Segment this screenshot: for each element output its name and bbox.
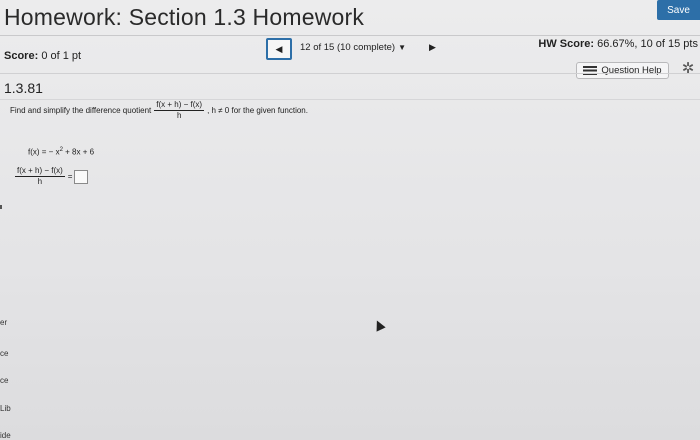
chevron-down-icon: ▼ [398, 43, 406, 52]
equals-sign: = [67, 172, 73, 181]
chevron-right-icon: ▶ [429, 42, 436, 52]
divider [0, 99, 700, 100]
score-display: Score: 0 of 1 pt [4, 50, 81, 62]
mouse-cursor-icon [372, 318, 386, 332]
page-title: Homework: Section 1.3 Homework [4, 4, 365, 30]
answer-quotient: f(x + h) − f(x) h [15, 167, 65, 186]
answer-quotient-denominator: h [37, 177, 43, 186]
chevron-left-icon: ◀ [275, 43, 283, 54]
function-text: f(x) = − x [28, 147, 60, 157]
difference-quotient: f(x + h) − f(x) h [154, 100, 205, 120]
quotient-denominator: h [176, 111, 182, 120]
answer-quotient-numerator: f(x + h) − f(x) [15, 166, 65, 177]
hw-score-value: 66.67%, 10 of 15 pts [597, 38, 698, 50]
left-edge-fragment: er [0, 318, 8, 327]
divider [0, 35, 700, 36]
left-edge-mark [0, 205, 2, 209]
instruction-suffix: , h ≠ 0 for the given function. [207, 106, 308, 115]
question-navigation: ◀ 12 of 15 (10 complete) ▼ ▶ [266, 38, 446, 60]
quotient-numerator: f(x + h) − f(x) [154, 100, 205, 111]
given-function: f(x) = − x2 + 8x + 6 [28, 147, 94, 157]
save-button[interactable]: Save [657, 0, 700, 20]
left-edge-fragment: ce [0, 376, 9, 385]
answer-input[interactable] [74, 169, 89, 184]
hw-score-label: HW Score: [538, 38, 595, 50]
question-selector-dropdown[interactable]: 12 of 15 (10 complete) ▼ [300, 42, 406, 53]
question-number: 1.3.81 [4, 80, 43, 96]
score-value: 0 of 1 pt [41, 50, 82, 62]
left-edge-fragment: ide [0, 431, 11, 440]
previous-question-button[interactable]: ◀ [266, 38, 292, 60]
next-question-button[interactable]: ▶ [429, 42, 436, 53]
answer-row: f(x + h) − f(x) h = [12, 167, 89, 186]
progress-text: 12 of 15 (10 complete) [300, 42, 396, 53]
hw-score-display: HW Score: 66.67%, 10 of 15 pts [538, 38, 698, 50]
question-instruction: Find and simplify the difference quotien… [10, 101, 308, 120]
score-label: Score: [4, 50, 39, 62]
question-help-button[interactable]: Question Help [576, 62, 669, 79]
left-edge-fragment: Lib [0, 404, 11, 413]
question-help-label: Question Help [601, 65, 662, 76]
divider [0, 73, 700, 74]
left-edge-fragment: ce [0, 349, 9, 358]
instruction-prefix: Find and simplify the difference quotien… [10, 106, 152, 115]
homework-page: Homework: Section 1.3 Homework Save Scor… [0, 0, 700, 440]
gear-icon[interactable]: ✲ [680, 61, 696, 77]
function-rest: + 8x + 6 [62, 147, 95, 157]
